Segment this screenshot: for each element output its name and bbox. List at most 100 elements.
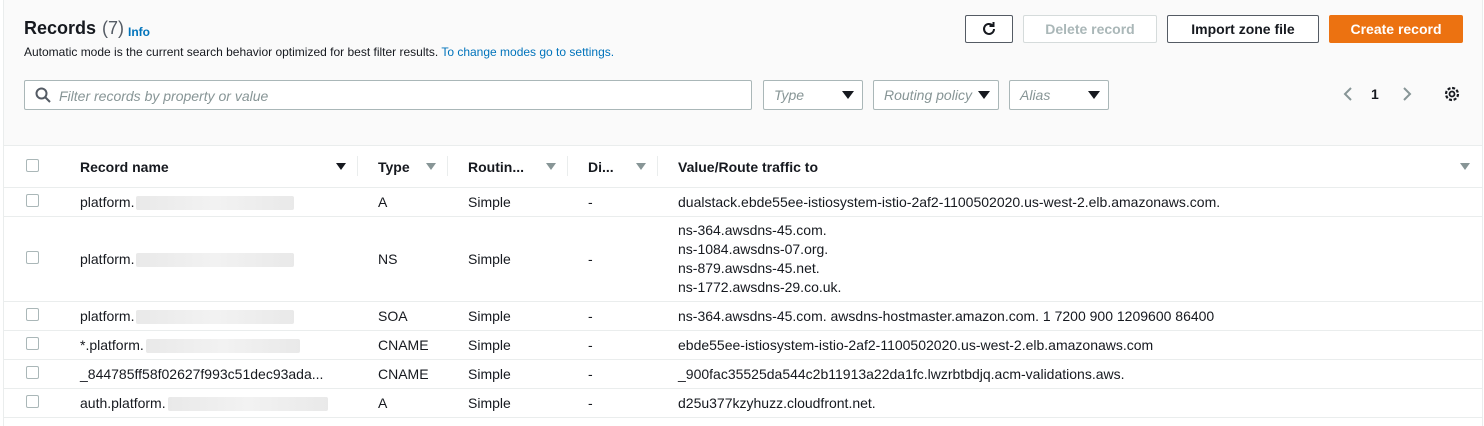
di-cell: - (568, 216, 658, 302)
column-header-type[interactable]: Type (358, 146, 448, 188)
routing-policy-cell: Simple (448, 301, 568, 331)
record-type-cell: CNAME (358, 359, 448, 389)
caret-down-icon (842, 91, 854, 99)
title-text: Records (24, 18, 97, 38)
chevron-right-icon[interactable] (1401, 86, 1413, 102)
record-type-cell: NS (358, 216, 448, 302)
di-cell: - (568, 330, 658, 360)
value-cell: dualstack.ebde55ee-istiosystem-istio-2af… (658, 187, 1482, 217)
redacted-block (167, 397, 328, 412)
table-row[interactable]: auth.platform. A Simple - d25u377kzyhuzz… (4, 388, 1482, 418)
row-select-cell (4, 388, 60, 418)
record-name: auth.platform. (80, 394, 166, 411)
row-checkbox[interactable] (26, 366, 39, 379)
row-checkbox[interactable] (26, 395, 39, 408)
record-name-cell: platform. (60, 187, 358, 217)
routing-filter-label: Routing policy (884, 87, 972, 103)
chevron-left-icon[interactable] (1342, 86, 1354, 102)
search-input[interactable] (57, 85, 741, 107)
column-label: Value/Route traffic to (678, 158, 819, 175)
delete-record-button[interactable]: Delete record (1023, 15, 1157, 43)
row-checkbox[interactable] (26, 337, 39, 350)
record-name-cell: platform. (60, 301, 358, 331)
caret-down-icon (1088, 91, 1100, 99)
row-select-cell (4, 359, 60, 389)
value-cell: ns-364.awsdns-45.com. ns-1084.awsdns-07.… (658, 216, 1482, 302)
type-filter-label: Type (774, 87, 805, 103)
row-checkbox[interactable] (26, 251, 39, 264)
record-name-cell: auth.platform. (60, 388, 358, 418)
table-header-row: Record name Type Routin... Di... Value/R… (4, 146, 1482, 188)
create-record-button[interactable]: Create record (1329, 15, 1463, 43)
import-zone-file-button[interactable]: Import zone file (1167, 15, 1319, 43)
routing-policy-cell: Simple (448, 187, 568, 217)
record-count: (7) (102, 18, 125, 38)
row-checkbox[interactable] (26, 308, 39, 321)
redacted-block (136, 196, 295, 211)
description-text: Automatic mode is the current search beh… (24, 45, 439, 59)
redacted-block (136, 253, 295, 268)
table-row[interactable]: platform. NS Simple - ns-364.awsdns-45.c… (4, 216, 1482, 302)
column-header-record-name[interactable]: Record name (60, 146, 358, 188)
value-cell: ebde55ee-istiosystem-istio-2af2-11005020… (658, 330, 1482, 360)
sort-icon (1460, 163, 1470, 170)
column-label: Di... (588, 158, 614, 175)
gear-icon[interactable] (1443, 85, 1461, 103)
settings-link[interactable]: To change modes go to settings. (441, 45, 614, 59)
sort-icon (546, 163, 556, 170)
page-title: Records (7) (24, 18, 124, 39)
select-all-checkbox[interactable] (26, 158, 39, 172)
routing-policy-cell: Simple (448, 359, 568, 389)
search-mode-description: Automatic mode is the current search beh… (24, 45, 614, 59)
di-cell: - (568, 187, 658, 217)
di-cell: - (568, 359, 658, 389)
column-label: Routin... (468, 158, 524, 175)
table-row[interactable]: platform. SOA Simple - ns-364.awsdns-45.… (4, 301, 1482, 331)
row-select-cell (4, 301, 60, 331)
value-line: ns-364.awsdns-45.com. (678, 222, 827, 238)
record-type-cell: SOA (358, 301, 448, 331)
table-row[interactable]: *.platform. CNAME Simple - ebde55ee-isti… (4, 330, 1482, 360)
search-icon (35, 87, 51, 103)
caret-down-icon (978, 91, 990, 99)
record-name-cell: _844785ff58f02627f993c51dec93ada... (60, 359, 358, 389)
current-page-number[interactable]: 1 (1371, 86, 1379, 102)
record-name-cell: *.platform. (60, 330, 358, 360)
row-select-cell (4, 330, 60, 360)
refresh-icon (983, 22, 995, 35)
sort-icon (636, 163, 646, 170)
column-header-routing[interactable]: Routin... (448, 146, 568, 188)
alias-filter-select[interactable]: Alias (1009, 80, 1109, 110)
value-cell: d25u377kzyhuzz.cloudfront.net. (658, 388, 1482, 418)
record-name: *.platform. (80, 336, 144, 353)
records-header: Records (7) Info Automatic mode is the cu… (4, 0, 1482, 146)
type-filter-select[interactable]: Type (763, 80, 863, 110)
value-line: ns-1084.awsdns-07.org. (678, 241, 829, 257)
records-panel: Records (7) Info Automatic mode is the cu… (3, 0, 1483, 426)
routing-policy-filter-select[interactable]: Routing policy (873, 80, 999, 110)
search-field[interactable] (24, 80, 752, 110)
records-table: Record name Type Routin... Di... Value/R… (4, 146, 1482, 418)
record-name: platform. (80, 250, 135, 267)
record-name: platform. (80, 193, 135, 210)
select-all-header (4, 146, 60, 188)
value-line: ns-1772.awsdns-29.co.uk. (678, 279, 842, 295)
routing-policy-cell: Simple (448, 330, 568, 360)
record-type-cell: A (358, 187, 448, 217)
refresh-button[interactable] (965, 15, 1013, 43)
row-checkbox[interactable] (26, 194, 39, 207)
alias-filter-label: Alias (1020, 87, 1051, 103)
sort-icon (426, 163, 436, 170)
sort-descending-icon (336, 163, 346, 170)
info-link[interactable]: Info (128, 25, 150, 39)
column-header-value[interactable]: Value/Route traffic to (658, 146, 1482, 188)
redacted-block (145, 339, 300, 354)
value-cell: ns-364.awsdns-45.com. awsdns-hostmaster.… (658, 301, 1482, 331)
column-header-di[interactable]: Di... (568, 146, 658, 188)
table-row[interactable]: platform. A Simple - dualstack.ebde55ee-… (4, 187, 1482, 217)
column-label: Record name (80, 158, 169, 175)
row-select-cell (4, 216, 60, 302)
record-name-cell: platform. (60, 216, 358, 302)
routing-policy-cell: Simple (448, 216, 568, 302)
table-row[interactable]: _844785ff58f02627f993c51dec93ada... CNAM… (4, 359, 1482, 389)
